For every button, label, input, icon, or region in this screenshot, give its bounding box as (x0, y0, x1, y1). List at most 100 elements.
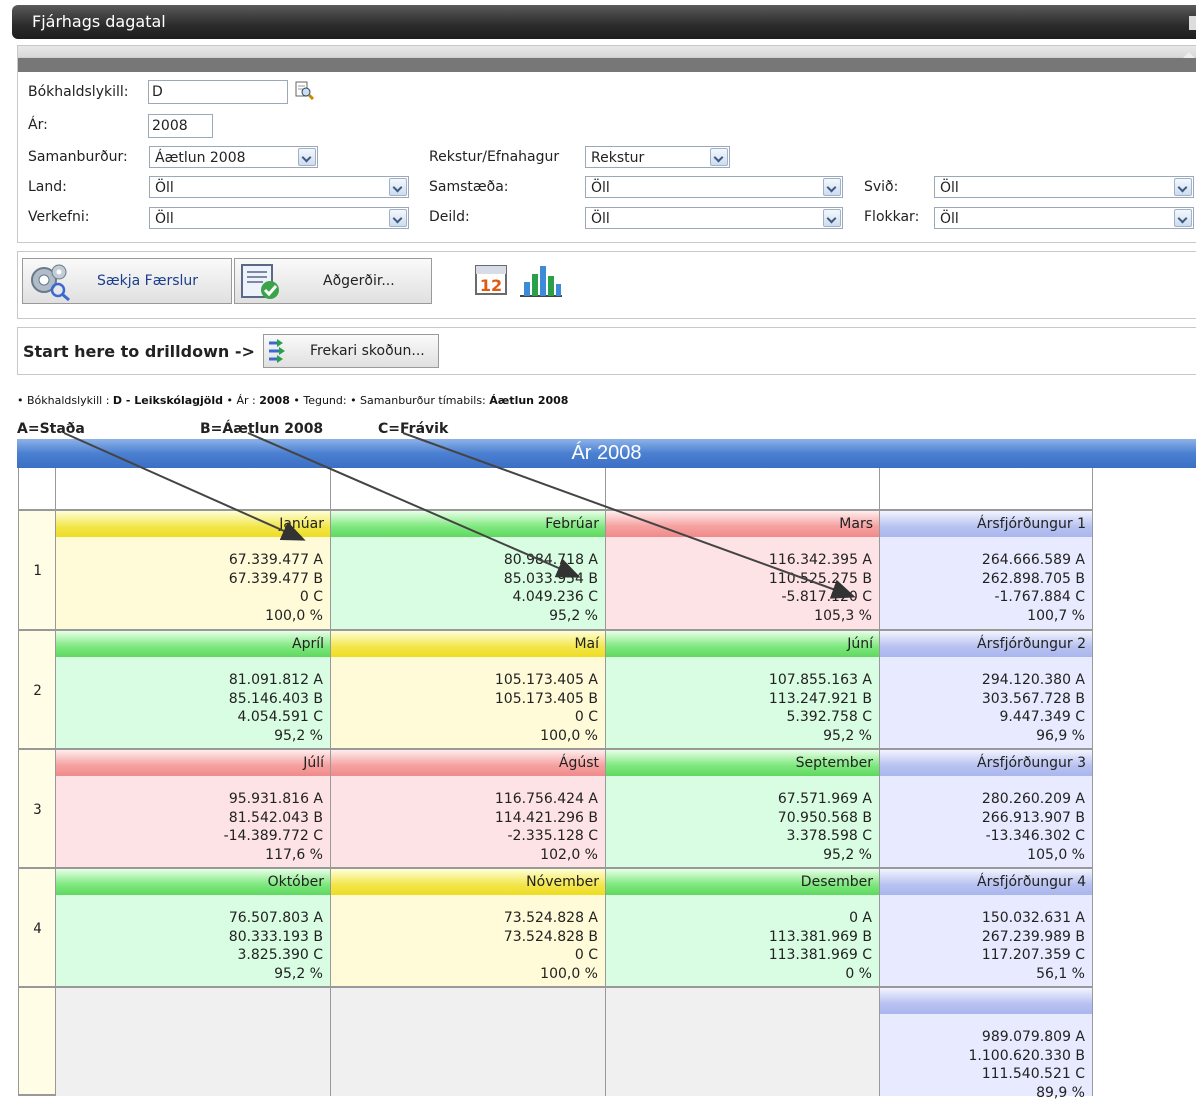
month-name[interactable]: Júlí (56, 750, 330, 776)
panel-header-bar[interactable] (18, 46, 1196, 72)
chevron-down-icon[interactable] (710, 148, 728, 166)
value-p: 95,2 % (769, 727, 872, 746)
month-cell[interactable]: Febrúar 80.984.718 A85.033.954 B4.049.236… (331, 511, 606, 631)
cell-values: 116.342.395 A110.525.275 B-5.817.120 C10… (769, 551, 872, 625)
chevron-down-icon[interactable] (298, 148, 316, 166)
quarter-name[interactable]: Ársfjórðungur 3 (880, 750, 1092, 776)
calendar-icon-text: 12 (480, 276, 502, 295)
year-label: Ár: (28, 117, 48, 133)
cell-values: 67.571.969 A70.950.568 B3.378.598 C95,2 … (778, 790, 872, 864)
empty-cell (606, 988, 880, 1096)
value-p: 105,0 % (982, 846, 1085, 865)
month-name[interactable]: Desember (606, 869, 879, 895)
cell-values: 80.984.718 A85.033.954 B4.049.236 C95,2 … (504, 551, 598, 625)
total-b: 1.100.620.330 B (969, 1047, 1085, 1066)
month-cell[interactable]: Júlí95.931.816 A81.542.043 B-14.389.772 … (56, 750, 331, 869)
quarter-cell[interactable]: Ársfjórðungur 4150.032.631 A267.239.989 … (880, 869, 1093, 988)
year-total-header (880, 988, 1092, 1014)
cell-values: 67.339.477 A67.339.477 B0 C100,0 % (229, 551, 323, 625)
month-cell[interactable]: Mars 116.342.395 A110.525.275 B-5.817.120… (606, 511, 880, 631)
value-c: 113.381.969 C (769, 946, 872, 965)
value-a: 81.091.812 A (229, 671, 323, 690)
group-select[interactable]: Öll (585, 176, 843, 198)
month-name[interactable]: Ágúst (331, 750, 605, 776)
value-c: -14.389.772 C (224, 827, 323, 846)
summary-text: • Tegund: • Samanburður tímabils: (290, 394, 489, 407)
legend-b: B=Áætlun 2008 (200, 421, 323, 437)
year-input[interactable]: 2008 (148, 114, 213, 138)
month-cell[interactable]: Október 76.507.803 A80.333.193 B3.825.390… (56, 869, 331, 988)
dept-select[interactable]: Öll (585, 207, 843, 229)
land-select[interactable]: Öll (149, 176, 409, 198)
quarter-name[interactable]: Ársfjórðungur 4 (880, 869, 1092, 895)
month-cell[interactable]: Desember 0 A113.381.969 B113.381.969 C0 % (606, 869, 880, 988)
month-cell[interactable]: Janúar 67.339.477 A67.339.477 B0 C100,0 % (56, 511, 331, 631)
opexp-label: Rekstur/Efnahagur (429, 149, 559, 165)
chevron-down-icon[interactable] (389, 209, 407, 227)
chevron-down-icon[interactable] (389, 178, 407, 196)
value-p: 95,2 % (229, 727, 323, 746)
flokkar-select[interactable]: Öll (934, 207, 1194, 229)
flokkar-value: Öll (940, 211, 959, 227)
grid-header-cell (56, 468, 331, 511)
month-name[interactable]: Júní (606, 631, 879, 657)
lookup-icon[interactable] (294, 80, 314, 104)
fetch-entries-button[interactable]: Sækja Færslur (22, 258, 232, 304)
value-a: 80.984.718 A (504, 551, 598, 570)
month-cell[interactable]: Maí105.173.405 A105.173.405 B0 C100,0 % (331, 631, 606, 750)
month-cell[interactable]: Júní107.855.163 A113.247.921 B5.392.758 … (606, 631, 880, 750)
month-name[interactable]: Mars (606, 511, 879, 537)
quarter-cell[interactable]: Ársfjórðungur 2294.120.380 A303.567.728 … (880, 631, 1093, 750)
bar-chart-icon[interactable] (518, 260, 564, 302)
row-number-cell: 3 (19, 750, 56, 869)
collapse-icon[interactable] (1183, 52, 1195, 58)
value-b: 70.950.568 B (778, 809, 872, 828)
value-c: 4.049.236 C (504, 588, 598, 607)
value-c: 4.054.591 C (229, 708, 323, 727)
key-input[interactable]: D (148, 80, 288, 104)
project-select[interactable]: Öll (149, 207, 409, 229)
month-name[interactable]: Nóvember (331, 869, 605, 895)
cell-values: 76.507.803 A80.333.193 B3.825.390 C95,2 … (229, 909, 323, 983)
actions-label: Aðgerðir... (323, 273, 395, 289)
month-name[interactable]: September (606, 750, 879, 776)
compare-select[interactable]: Áætlun 2008 (149, 146, 318, 168)
row-number-cell: 2 (19, 631, 56, 750)
month-name[interactable]: Maí (331, 631, 605, 657)
total-p: 89,9 % (969, 1084, 1085, 1102)
value-c: -2.335.128 C (495, 827, 598, 846)
month-name[interactable]: Apríl (56, 631, 330, 657)
further-view-button[interactable]: Frekari skoðun... (263, 334, 439, 368)
chevron-down-icon[interactable] (1174, 209, 1192, 227)
window-title: Fjárhags dagatal (32, 12, 166, 31)
row-number: 4 (19, 921, 56, 937)
window-control[interactable] (1189, 16, 1196, 30)
quarter-name[interactable]: Ársfjórðungur 2 (880, 631, 1092, 657)
year-total-values: 989.079.809 A1.100.620.330 B111.540.521 … (969, 1028, 1085, 1102)
value-p: 95,2 % (504, 607, 598, 626)
actions-button[interactable]: Aðgerðir... (234, 258, 432, 304)
month-cell[interactable]: Nóvember73.524.828 A73.524.828 B0 C100,0… (331, 869, 606, 988)
selection-summary: • Bókhaldslykill : D - Leikskólagjöld • … (17, 394, 568, 407)
svid-select[interactable]: Öll (934, 176, 1194, 198)
year-total-cell[interactable]: 989.079.809 A1.100.620.330 B111.540.521 … (880, 988, 1093, 1096)
quarter-name[interactable]: Ársfjórðungur 1 (880, 511, 1092, 537)
month-name[interactable]: Febrúar (331, 511, 605, 537)
month-cell[interactable]: September 67.571.969 A70.950.568 B3.378.5… (606, 750, 880, 869)
quarter-cell[interactable]: Ársfjórðungur 3 280.260.209 A266.913.907 … (880, 750, 1093, 869)
quarter-cell[interactable]: Ársfjórðungur 1264.666.589 A262.898.705 … (880, 511, 1093, 631)
month-name[interactable]: Janúar (56, 511, 330, 537)
chevron-down-icon[interactable] (823, 209, 841, 227)
month-name[interactable]: Október (56, 869, 330, 895)
calendar-icon[interactable]: 12 (474, 260, 510, 300)
cell-values: 0 A113.381.969 B113.381.969 C0 % (769, 909, 872, 983)
month-cell[interactable]: Apríl81.091.812 A85.146.403 B4.054.591 C… (56, 631, 331, 750)
cell-values: 280.260.209 A266.913.907 B-13.346.302 C1… (982, 790, 1085, 864)
row-number-cell (19, 988, 56, 1096)
opexp-select[interactable]: Rekstur (585, 146, 730, 168)
chevron-down-icon[interactable] (1174, 178, 1192, 196)
value-a: 150.032.631 A (982, 909, 1085, 928)
month-cell[interactable]: Ágúst116.756.424 A114.421.296 B-2.335.12… (331, 750, 606, 869)
chevron-down-icon[interactable] (823, 178, 841, 196)
summary-text: • Bókhaldslykill : (17, 394, 113, 407)
